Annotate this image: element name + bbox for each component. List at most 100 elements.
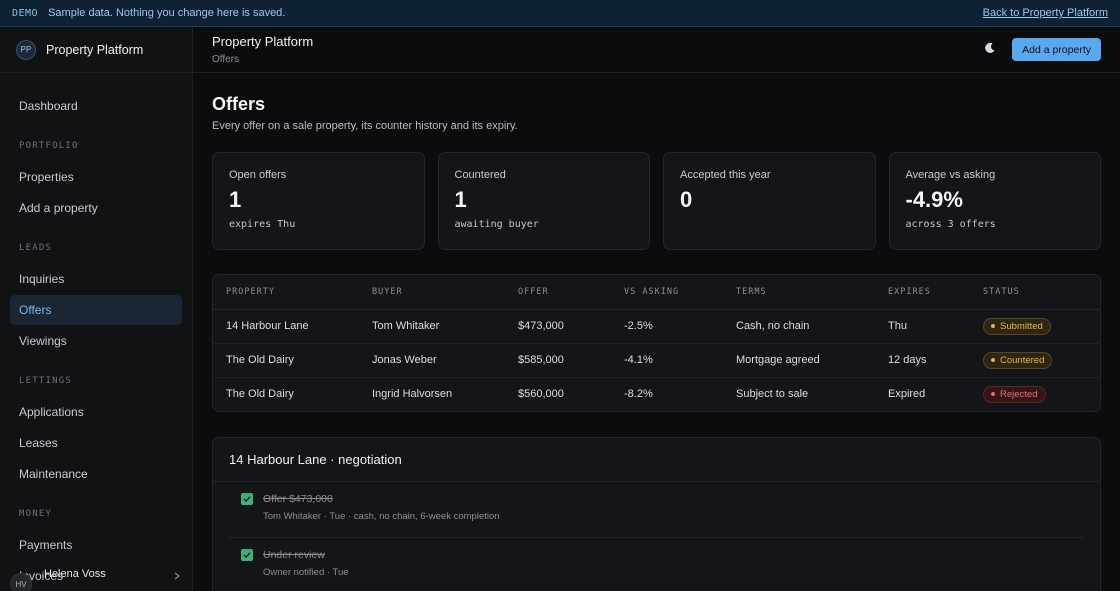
cell-offer: $473,000 <box>505 309 611 344</box>
status-badge: Submitted <box>983 317 1051 335</box>
sidebar-item-leases[interactable]: Leases <box>10 428 182 458</box>
cell-expires: Thu <box>875 309 970 344</box>
cell-terms: Subject to sale <box>736 388 809 401</box>
cell-status: Rejected <box>970 377 1100 411</box>
header-subtitle: Offers <box>212 54 240 65</box>
status-badge: Countered <box>983 351 1053 369</box>
status-label: Rejected <box>1000 388 1038 400</box>
nav-section-lettings: LETTINGS <box>19 376 72 386</box>
stat-card-accepted: Accepted this year 0 <box>663 152 876 250</box>
column-header-vs-asking[interactable]: VS ASKING <box>611 275 723 310</box>
nav-section-money: MONEY <box>19 509 53 519</box>
sidebar: PP Property Platform Dashboard PORTFOLIO… <box>0 27 193 591</box>
step-title: Under review <box>263 549 325 561</box>
column-header-buyer[interactable]: BUYER <box>359 275 505 310</box>
sidebar-item-offers[interactable]: Offers <box>10 295 182 325</box>
negotiation-step: Offer $473,000 Tom Whitaker · Tue · cash… <box>213 482 1084 537</box>
cell-buyer: Ingrid Halvorsen <box>372 388 453 401</box>
status-badge: Rejected <box>983 385 1046 403</box>
stat-card-countered: Countered 1 awaiting buyer <box>437 152 650 250</box>
column-header-expires[interactable]: EXPIRES <box>875 275 970 310</box>
cell-property: The Old Dairy <box>213 343 359 378</box>
cell-offer: $560,000 <box>518 388 564 401</box>
offers-table: PROPERTY BUYER OFFER VS ASKING TERMS EXP… <box>212 274 1101 412</box>
column-header-terms[interactable]: TERMS <box>723 275 875 310</box>
header-titles: Property Platform Offers <box>212 34 313 65</box>
table-row[interactable]: The Old Dairy Jonas Weber $585,000 -4.1%… <box>213 343 1100 378</box>
sidebar-item-maintenance[interactable]: Maintenance <box>10 459 182 489</box>
avatar: HV <box>10 573 32 591</box>
sidebar-item-applications[interactable]: Applications <box>10 397 182 427</box>
stat-value: 1 <box>229 187 242 212</box>
sidebar-nav: Dashboard PORTFOLIO Properties Add a pro… <box>0 73 192 591</box>
top-header: Property Platform Offers Add a property <box>193 27 1120 73</box>
stats-row: Open offers 1 expires Thu Countered 1 aw… <box>212 152 1101 250</box>
nav-section-leads: LEADS <box>19 243 53 253</box>
column-header-offer[interactable]: OFFER <box>505 275 611 310</box>
sidebar-item-dashboard[interactable]: Dashboard <box>10 91 182 121</box>
sidebar-item-payments[interactable]: Payments <box>10 530 182 560</box>
stat-note: across 3 offers <box>905 219 996 230</box>
cell-offer: $585,000 <box>505 343 611 378</box>
header-title: Property Platform <box>212 34 314 49</box>
status-label: Countered <box>1000 354 1045 366</box>
cell-status: Countered <box>970 343 1100 378</box>
brand[interactable]: PP Property Platform <box>0 27 192 73</box>
stat-label: Open offers <box>229 169 287 181</box>
cell-status: Submitted <box>970 309 1100 344</box>
stat-value: 0 <box>680 187 693 212</box>
page-subtitle: Every offer on a sale property, its coun… <box>212 120 518 132</box>
stat-note: expires Thu <box>229 219 296 230</box>
step-detail: Owner notified · Tue <box>263 567 349 578</box>
negotiation-title: 14 Harbour Lane · negotiation <box>213 438 1100 482</box>
sidebar-item-properties[interactable]: Properties <box>10 162 182 192</box>
user-name: Helena Voss <box>44 568 106 580</box>
sidebar-item-inquiries[interactable]: Inquiries <box>10 264 182 294</box>
cell-terms: Mortgage agreed <box>723 343 875 378</box>
table-row[interactable]: The Old Dairy Ingrid Halvorsen $560,000 … <box>213 377 1100 411</box>
column-header-property[interactable]: PROPERTY <box>213 275 359 310</box>
check-icon <box>241 549 253 561</box>
cell-vs-asking: -2.5% <box>611 309 723 344</box>
negotiation-step: Under review Owner notified · Tue <box>229 537 1084 591</box>
check-icon <box>241 493 253 505</box>
cell-terms: Cash, no chain <box>723 309 875 344</box>
cell-property: 14 Harbour Lane <box>213 309 359 344</box>
demo-tag: DEMO <box>12 7 39 19</box>
cell-expires: 12 days <box>875 343 970 378</box>
cell-buyer: Tom Whitaker <box>359 309 505 344</box>
cell-vs-asking: -4.1% <box>611 343 723 378</box>
user-profile[interactable]: HV Helena Voss <box>0 568 192 591</box>
add-property-button[interactable]: Add a property <box>1012 38 1101 61</box>
stat-card-open-offers: Open offers 1 expires Thu <box>212 152 425 250</box>
stat-label: Average vs asking <box>905 169 996 181</box>
cell-property: The Old Dairy <box>226 388 294 401</box>
stat-label: Countered <box>454 169 506 181</box>
back-link[interactable]: Back to Property Platform <box>983 7 1108 19</box>
stat-note: awaiting buyer <box>454 219 539 230</box>
column-header-status[interactable]: STATUS <box>970 275 1100 310</box>
demo-message: Sample data. Nothing you change here is … <box>48 7 286 19</box>
page-title: Offers <box>212 94 266 114</box>
expand-icon[interactable] <box>172 571 182 584</box>
main-content: Offers Every offer on a sale property, i… <box>212 73 1101 591</box>
sidebar-item-viewings[interactable]: Viewings <box>10 326 182 356</box>
table-row[interactable]: 14 Harbour Lane Tom Whitaker $473,000 -2… <box>213 309 1100 344</box>
cell-buyer: Jonas Weber <box>359 343 505 378</box>
brand-logo: PP <box>16 39 36 60</box>
sidebar-item-add-property[interactable]: Add a property <box>10 193 182 223</box>
stat-card-average-vs-asking: Average vs asking -4.9% across 3 offers <box>888 152 1101 250</box>
step-detail: Tom Whitaker · Tue · cash, no chain, 6-w… <box>263 511 500 522</box>
status-dot-icon <box>991 324 995 328</box>
stat-label: Accepted this year <box>680 169 771 181</box>
moon-icon[interactable] <box>984 42 996 57</box>
nav-section-portfolio: PORTFOLIO <box>19 141 79 151</box>
status-label: Submitted <box>1000 320 1043 332</box>
step-title: Offer $473,000 <box>263 493 333 505</box>
status-dot-icon <box>991 392 995 397</box>
cell-vs-asking: -8.2% <box>624 388 653 401</box>
cell-expires: Expired <box>888 388 926 401</box>
table-header-row: PROPERTY BUYER OFFER VS ASKING TERMS EXP… <box>213 275 1100 310</box>
demo-banner: DEMO Sample data. Nothing you change her… <box>0 0 1120 27</box>
stat-value: -4.9% <box>905 187 963 212</box>
